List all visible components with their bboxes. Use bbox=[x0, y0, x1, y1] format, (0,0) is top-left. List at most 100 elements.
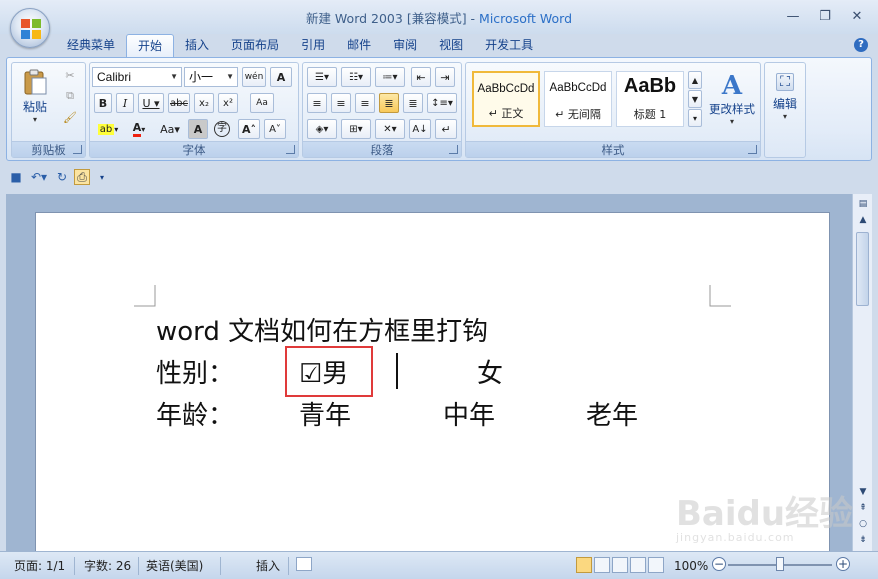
tab-references[interactable]: 引用 bbox=[290, 34, 336, 58]
tab-mailings[interactable]: 邮件 bbox=[336, 34, 382, 58]
format-painter-button[interactable]: 🖌 bbox=[60, 107, 80, 127]
document-page[interactable]: word 文档如何在方框里打钩 性别： ☑男 女 年龄： 青年 中年 老年 bbox=[35, 212, 830, 551]
tab-developer[interactable]: 开发工具 bbox=[474, 34, 544, 58]
change-styles-button[interactable]: A 更改样式 ▾ bbox=[706, 65, 758, 131]
tab-classic-menu[interactable]: 经典菜单 bbox=[56, 34, 126, 58]
style-normal[interactable]: AaBbCcDd ↵ 正文 bbox=[472, 71, 540, 127]
cut-button[interactable]: ✂ bbox=[60, 65, 80, 85]
font-color-button[interactable]: A ▾ bbox=[126, 119, 152, 139]
font-size-combo[interactable]: 小一 ▼ bbox=[184, 67, 238, 87]
strikethrough-button[interactable]: abc bbox=[168, 93, 190, 113]
numbering-button[interactable]: ☷▾ bbox=[341, 67, 371, 87]
editing-button[interactable]: ⛶ 编辑 ▾ bbox=[767, 67, 803, 127]
clear-format-button[interactable]: Aa bbox=[250, 93, 274, 113]
decrease-indent-button[interactable]: ⇤ bbox=[411, 67, 431, 87]
gallery-more-button[interactable]: ▾ bbox=[688, 109, 702, 127]
justify-button[interactable]: ≣ bbox=[379, 93, 399, 113]
tab-review[interactable]: 审阅 bbox=[382, 34, 428, 58]
scrollbar-thumb[interactable] bbox=[856, 232, 869, 306]
style-sample: AaBb bbox=[623, 75, 677, 97]
paragraph-launcher-icon[interactable] bbox=[449, 145, 458, 154]
distributed-button[interactable]: ≣ bbox=[403, 93, 423, 113]
scroll-down-icon[interactable]: ▼ bbox=[857, 486, 869, 498]
page-count[interactable]: 页面: 1/1 bbox=[14, 557, 65, 575]
chinese-layout-button[interactable]: ✕▾ bbox=[375, 119, 405, 139]
status-divider bbox=[288, 557, 289, 575]
zoom-slider-thumb[interactable] bbox=[776, 557, 784, 571]
help-icon[interactable]: ? bbox=[854, 38, 868, 52]
ruler-toggle-icon[interactable]: ▤ bbox=[857, 198, 869, 210]
tab-insert[interactable]: 插入 bbox=[174, 34, 220, 58]
chevron-down-icon: ▼ bbox=[691, 94, 699, 104]
zoom-level[interactable]: 100% bbox=[674, 557, 708, 575]
outline-view-button[interactable] bbox=[630, 557, 646, 573]
bold-button[interactable]: B bbox=[94, 93, 112, 113]
macro-recording-icon[interactable] bbox=[296, 557, 312, 571]
office-button[interactable] bbox=[10, 8, 50, 48]
next-page-icon[interactable]: ⇟ bbox=[857, 534, 869, 546]
style-heading-1[interactable]: AaBb 标题 1 bbox=[616, 71, 684, 127]
web-layout-button[interactable] bbox=[612, 557, 628, 573]
shrink-font-button[interactable]: A˅ bbox=[264, 119, 286, 139]
font-launcher-icon[interactable] bbox=[286, 145, 295, 154]
tab-page-layout[interactable]: 页面布局 bbox=[220, 34, 290, 58]
gallery-down-button[interactable]: ▼ bbox=[688, 90, 702, 108]
zoom-out-icon[interactable]: − bbox=[712, 557, 726, 571]
gallery-up-button[interactable]: ▲ bbox=[688, 71, 702, 89]
browse-object-icon[interactable]: ○ bbox=[857, 518, 869, 530]
minimize-button[interactable]: — bbox=[778, 6, 808, 26]
clipboard-launcher-icon[interactable] bbox=[73, 145, 82, 154]
save-button[interactable]: ■ bbox=[8, 169, 24, 185]
redo-button[interactable]: ↻ bbox=[54, 169, 70, 185]
undo-button[interactable]: ↶▾ bbox=[28, 169, 50, 185]
change-case-button[interactable]: Aa▾ bbox=[156, 119, 184, 139]
redo-icon: ↻ bbox=[56, 170, 68, 184]
print-layout-view-button[interactable] bbox=[576, 557, 592, 573]
superscript-button[interactable]: x² bbox=[218, 93, 238, 113]
font-name-combo[interactable]: Calibri ▼ bbox=[92, 67, 182, 87]
borders-button[interactable]: ⊞▾ bbox=[341, 119, 371, 139]
char-shading-button[interactable]: A bbox=[188, 119, 208, 139]
draft-view-button[interactable] bbox=[648, 557, 664, 573]
subscript-button[interactable]: x₂ bbox=[194, 93, 214, 113]
style-no-spacing[interactable]: AaBbCcDd ↵ 无间隔 bbox=[544, 71, 612, 127]
word-count[interactable]: 字数: 26 bbox=[84, 557, 131, 575]
grow-font-button[interactable]: A˄ bbox=[238, 119, 260, 139]
bullets-button[interactable]: ☰▾ bbox=[307, 67, 337, 87]
full-screen-reading-button[interactable] bbox=[594, 557, 610, 573]
italic-button[interactable]: I bbox=[116, 93, 134, 113]
scroll-up-icon[interactable]: ▲ bbox=[857, 214, 869, 226]
previous-page-icon[interactable]: ⇞ bbox=[857, 502, 869, 514]
tab-view[interactable]: 视图 bbox=[428, 34, 474, 58]
customize-qat-button[interactable]: ▾ bbox=[94, 169, 110, 185]
char-border-button[interactable]: A bbox=[270, 67, 292, 87]
paste-button[interactable]: 粘贴 ▾ bbox=[18, 65, 52, 127]
styles-group-label: 样式 bbox=[466, 141, 760, 157]
tab-home[interactable]: 开始 bbox=[126, 34, 175, 58]
app-title: Microsoft Word bbox=[479, 11, 573, 26]
shading-button[interactable]: ◈▾ bbox=[307, 119, 337, 139]
insert-mode[interactable]: 插入 bbox=[256, 557, 280, 575]
line-spacing-button[interactable]: ↕≡▾ bbox=[427, 93, 457, 113]
language-status[interactable]: 英语(美国) bbox=[146, 557, 203, 575]
highlight-button[interactable]: ab ▾ bbox=[94, 119, 122, 139]
increase-indent-button[interactable]: ⇥ bbox=[435, 67, 455, 87]
show-marks-button[interactable]: ↵ bbox=[435, 119, 457, 139]
multilevel-list-button[interactable]: ≔▾ bbox=[375, 67, 405, 87]
sort-button[interactable]: A↓ bbox=[409, 119, 431, 139]
align-left-button[interactable]: ≡ bbox=[307, 93, 327, 113]
vertical-scrollbar[interactable]: ▤ ▲ ▼ ⇞ ○ ⇟ bbox=[852, 194, 872, 551]
restore-button[interactable]: ❐ bbox=[810, 6, 840, 26]
print-preview-button[interactable]: ⎙ bbox=[74, 169, 90, 185]
pilcrow-icon: ↵ bbox=[441, 122, 451, 136]
copy-button[interactable]: ⧉ bbox=[60, 86, 80, 106]
zoom-in-icon[interactable]: + bbox=[836, 557, 850, 571]
phonetic-guide-button[interactable]: wén bbox=[242, 67, 266, 87]
enclose-char-button[interactable]: 字 bbox=[212, 119, 232, 139]
styles-launcher-icon[interactable] bbox=[748, 145, 757, 154]
align-right-button[interactable]: ≡ bbox=[355, 93, 375, 113]
increase-indent-icon: ⇥ bbox=[440, 70, 450, 84]
align-center-button[interactable]: ≡ bbox=[331, 93, 351, 113]
close-button[interactable]: ✕ bbox=[842, 6, 872, 26]
underline-button[interactable]: U ▾ bbox=[138, 93, 164, 113]
